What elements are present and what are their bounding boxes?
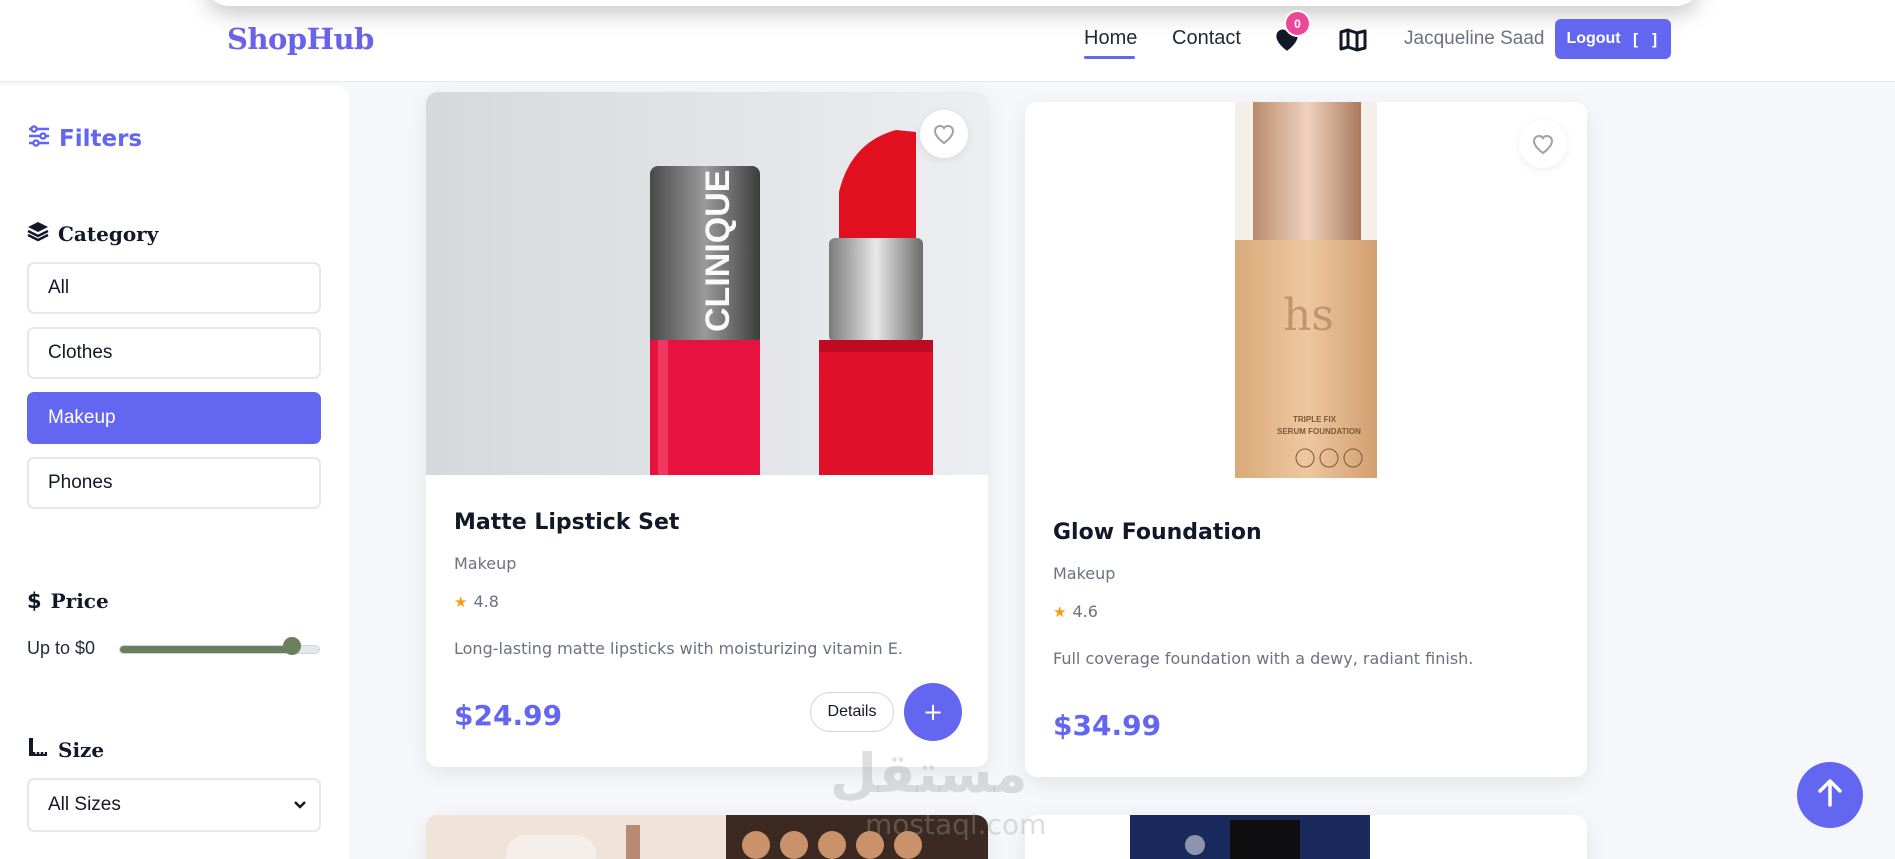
product-rating: ★ 4.8 bbox=[454, 592, 499, 611]
star-icon: ★ bbox=[454, 592, 468, 611]
product-description: Long-lasting matte lipsticks with moistu… bbox=[454, 639, 903, 658]
ruler-icon bbox=[27, 736, 49, 763]
chevron-down-icon bbox=[293, 794, 307, 816]
product-description: Full coverage foundation with a dewy, ra… bbox=[1053, 649, 1474, 668]
layers-icon bbox=[27, 220, 49, 247]
svg-text:hs: hs bbox=[1283, 290, 1334, 341]
category-makeup-button[interactable]: Makeup bbox=[27, 392, 321, 444]
filters-heading: Filters bbox=[27, 125, 142, 153]
product-image[interactable] bbox=[1025, 815, 1587, 859]
favorite-heart-icon[interactable] bbox=[920, 110, 968, 158]
header-shadow-bar bbox=[205, 0, 1700, 6]
brand-logo[interactable]: ShopHub bbox=[227, 22, 374, 56]
dollar-icon: $ bbox=[27, 589, 42, 613]
product-name[interactable]: Matte Lipstick Set bbox=[454, 510, 679, 535]
category-clothes-button[interactable]: Clothes bbox=[27, 327, 321, 379]
nav-contact-link[interactable]: Contact bbox=[1172, 27, 1241, 50]
svg-text:CLINIQUE: CLINIQUE bbox=[699, 170, 737, 332]
product-card[interactable] bbox=[1025, 815, 1587, 859]
price-heading: $ Price bbox=[27, 589, 109, 613]
price-slider-thumb[interactable] bbox=[282, 637, 301, 655]
watermark-logo: مستقل bbox=[830, 742, 1028, 805]
svg-text:SERUM FOUNDATION: SERUM FOUNDATION bbox=[1277, 427, 1361, 436]
filters-title: Filters bbox=[59, 126, 143, 152]
watermark-url: mostaql.com bbox=[865, 808, 1047, 841]
logout-button[interactable]: Logout [ ] bbox=[1555, 19, 1671, 59]
favorite-heart-icon[interactable] bbox=[1519, 120, 1567, 168]
wishlist-count-badge: 0 bbox=[1284, 10, 1311, 37]
scroll-to-top-button[interactable] bbox=[1797, 762, 1863, 828]
rating-value: 4.6 bbox=[1072, 602, 1098, 621]
category-all-button[interactable]: All bbox=[27, 262, 321, 314]
product-image[interactable]: CLINIQUE bbox=[426, 92, 988, 475]
rating-value: 4.8 bbox=[473, 592, 499, 611]
logout-label: Logout bbox=[1566, 30, 1621, 47]
details-button[interactable]: Details bbox=[810, 692, 894, 732]
product-category: Makeup bbox=[1053, 564, 1116, 583]
category-title: Category bbox=[58, 221, 159, 246]
price-max-label: Up to $0 bbox=[27, 638, 96, 658]
size-heading: Size bbox=[27, 736, 104, 763]
product-card[interactable]: hs TRIPLE FIX SERUM FOUNDATION Glow Foun… bbox=[1025, 102, 1587, 777]
category-heading: Category bbox=[27, 220, 158, 247]
size-selected-value: All Sizes bbox=[48, 794, 121, 815]
nav-home-link[interactable]: Home bbox=[1084, 27, 1137, 50]
product-category: Makeup bbox=[454, 554, 517, 573]
category-phones-button[interactable]: Phones bbox=[27, 457, 321, 509]
product-image[interactable]: hs TRIPLE FIX SERUM FOUNDATION bbox=[1025, 102, 1587, 478]
add-to-cart-button[interactable]: + bbox=[904, 683, 962, 741]
product-price: $24.99 bbox=[454, 699, 563, 732]
map-icon[interactable] bbox=[1339, 28, 1367, 52]
nav-active-indicator bbox=[1084, 56, 1135, 59]
user-name: Jacqueline Saad bbox=[1404, 28, 1545, 49]
logout-icon: [ ] bbox=[1630, 29, 1660, 49]
arrow-up-icon bbox=[1816, 778, 1844, 812]
size-select[interactable]: All Sizes bbox=[27, 778, 321, 832]
product-name[interactable]: Glow Foundation bbox=[1053, 520, 1262, 545]
product-price: $34.99 bbox=[1053, 709, 1162, 742]
product-card[interactable]: CLINIQUE Matte Lipstick Set Makeup ★ 4.8… bbox=[426, 92, 988, 767]
product-rating: ★ 4.6 bbox=[1053, 602, 1098, 621]
sliders-icon bbox=[27, 125, 51, 153]
size-title: Size bbox=[58, 737, 105, 762]
star-icon: ★ bbox=[1053, 602, 1067, 621]
price-title: Price bbox=[50, 589, 109, 613]
svg-text:TRIPLE FIX: TRIPLE FIX bbox=[1293, 415, 1337, 424]
price-slider-fill bbox=[120, 646, 292, 653]
